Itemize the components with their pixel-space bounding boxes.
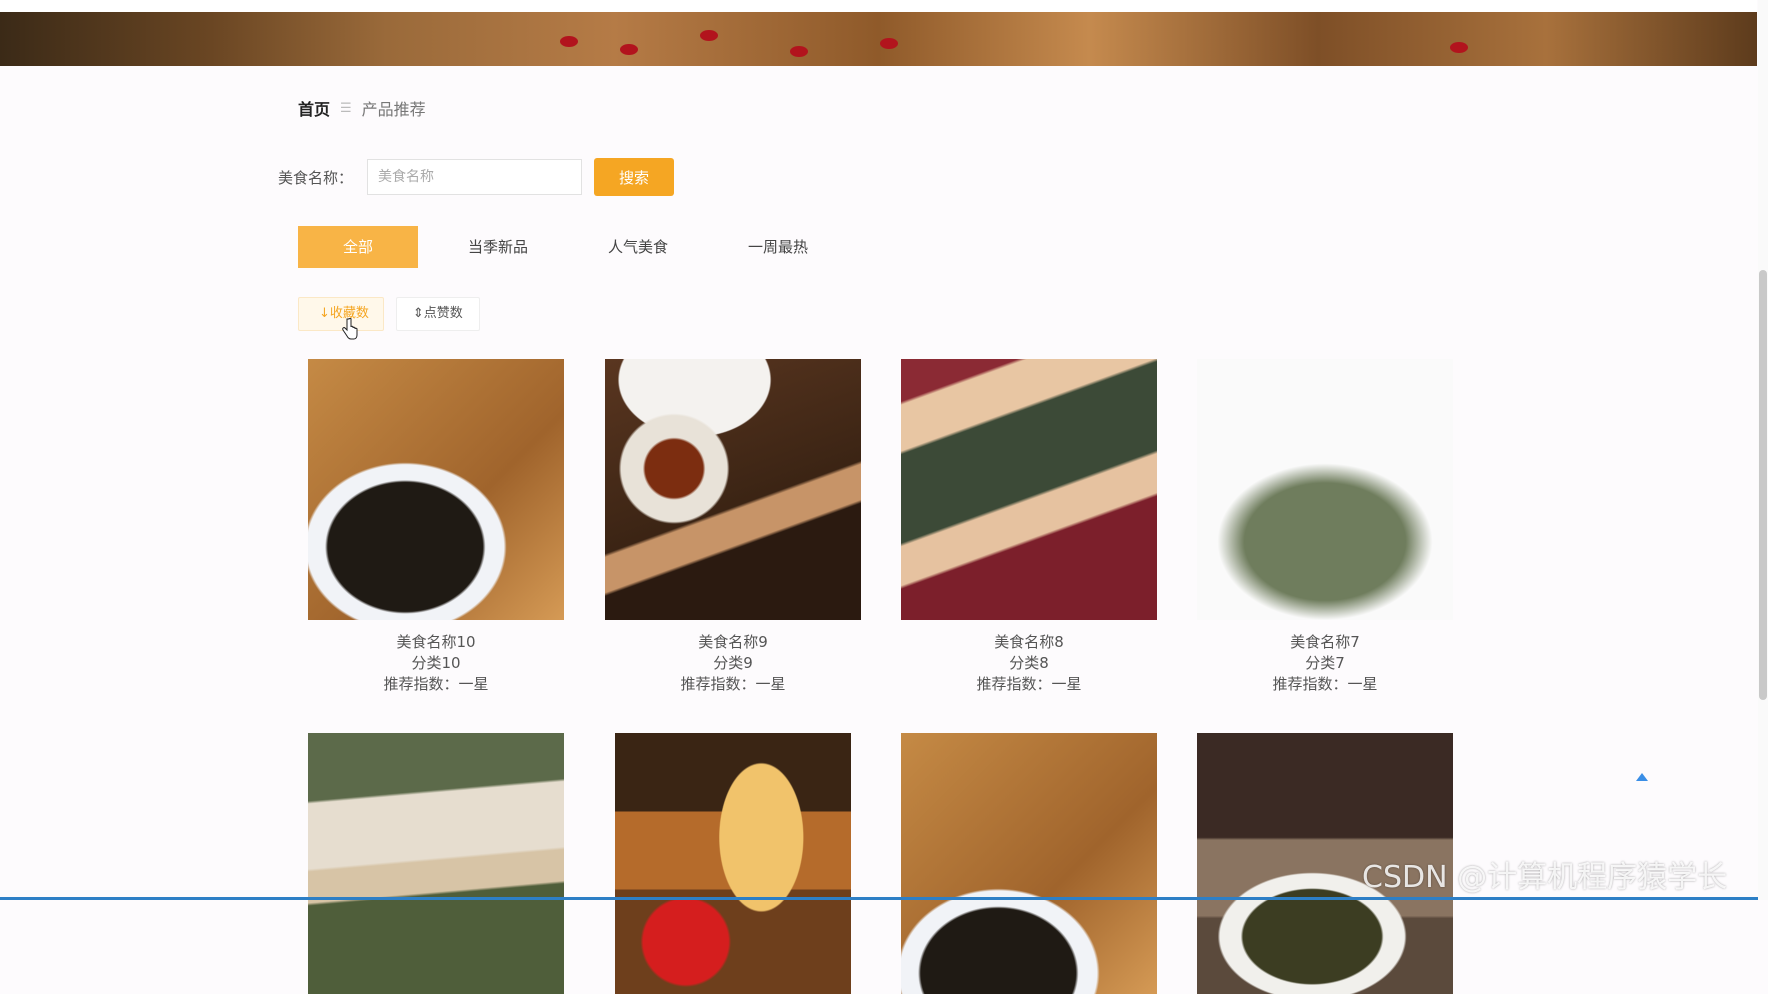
product-image[interactable] — [308, 733, 564, 994]
product-image[interactable] — [308, 359, 564, 620]
product-card[interactable] — [615, 733, 851, 994]
product-category: 分类10 — [411, 654, 461, 672]
tab-popular[interactable]: 人气美食 — [568, 226, 708, 268]
breadcrumb: 首页 ☰ 产品推荐 — [298, 96, 426, 120]
category-tabs: 全部 当季新品 人气美食 一周最热 — [298, 226, 848, 268]
product-image[interactable] — [1197, 359, 1453, 620]
product-image[interactable] — [901, 733, 1157, 994]
product-card[interactable]: 美食名称7 分类7 推荐指数：一星 — [1197, 359, 1453, 695]
hand-cursor-icon — [342, 318, 358, 340]
product-name: 美食名称9 — [698, 633, 768, 651]
product-card[interactable]: 美食名称9 分类9 推荐指数：一星 — [605, 359, 861, 695]
product-image[interactable] — [615, 733, 851, 994]
product-card[interactable]: 美食名称10 分类10 推荐指数：一星 — [308, 359, 564, 695]
product-card[interactable] — [308, 733, 564, 994]
product-recommend: 推荐指数：一星 — [1272, 675, 1378, 693]
tab-weekly-hot[interactable]: 一周最热 — [708, 226, 848, 268]
product-name: 美食名称10 — [396, 633, 476, 651]
chili-decoration — [560, 36, 578, 47]
breadcrumb-current: 产品推荐 — [361, 100, 426, 119]
sort-by-likes-button[interactable]: ⇕点赞数 — [395, 297, 480, 331]
product-recommend: 推荐指数：一星 — [383, 675, 489, 693]
tab-all[interactable]: 全部 — [298, 226, 418, 268]
product-recommend: 推荐指数：一星 — [680, 675, 786, 693]
search-input[interactable] — [367, 159, 583, 195]
back-to-top-icon[interactable] — [1636, 773, 1648, 781]
product-image[interactable] — [605, 359, 861, 620]
chili-decoration — [880, 38, 898, 49]
breadcrumb-separator-icon: ☰ — [340, 100, 352, 116]
product-recommend: 推荐指数：一星 — [976, 675, 1082, 693]
hero-banner — [0, 0, 1757, 66]
sort-by-favorites-button[interactable]: ↓收藏数 — [298, 297, 384, 331]
product-category: 分类8 — [1009, 654, 1049, 672]
sort-controls: ↓收藏数 ⇕点赞数 — [298, 297, 480, 331]
product-image[interactable] — [901, 359, 1157, 620]
tab-seasonal-new[interactable]: 当季新品 — [428, 226, 568, 268]
search-label: 美食名称： — [278, 168, 354, 187]
product-name: 美食名称7 — [1290, 633, 1360, 651]
chili-decoration — [790, 46, 808, 57]
product-card[interactable] — [901, 733, 1157, 994]
chili-decoration — [1450, 42, 1468, 53]
product-card[interactable]: 美食名称8 分类8 推荐指数：一星 — [901, 359, 1157, 695]
scrollbar-thumb[interactable] — [1759, 270, 1767, 700]
chili-decoration — [700, 30, 718, 41]
search-bar: 美食名称： 搜索 — [278, 158, 675, 196]
product-name: 美食名称8 — [994, 633, 1064, 651]
product-category: 分类7 — [1305, 654, 1345, 672]
search-button[interactable]: 搜索 — [594, 158, 675, 196]
scrollbar-track[interactable] — [1758, 0, 1768, 900]
chili-decoration — [620, 44, 638, 55]
breadcrumb-home-link[interactable]: 首页 — [298, 96, 330, 120]
watermark: CSDN @计算机程序猿学长 — [1362, 860, 1728, 895]
product-category: 分类9 — [713, 654, 753, 672]
